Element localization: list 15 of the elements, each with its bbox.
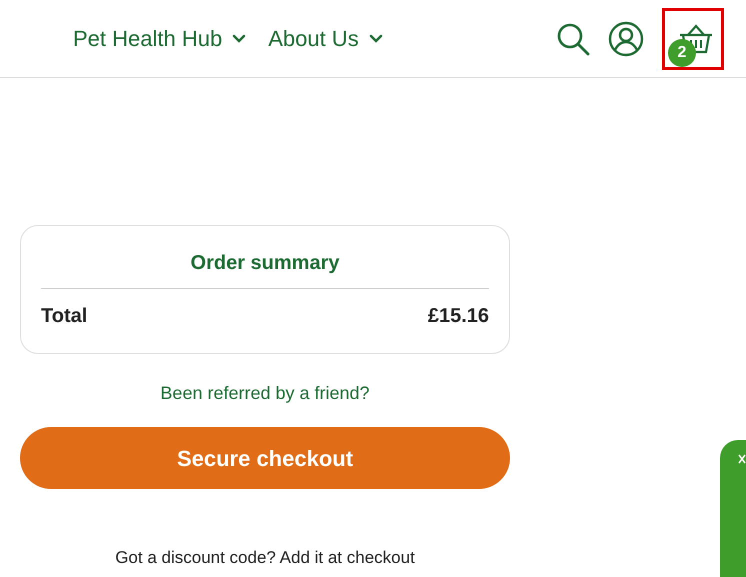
discount-note: Got a discount code? Add it at checkout bbox=[115, 547, 415, 569]
order-summary-title: Order summary bbox=[41, 248, 489, 289]
nav-menu-item[interactable]: Pet Health Hub bbox=[73, 22, 246, 55]
nav-menu-item[interactable]: About Us bbox=[268, 22, 383, 55]
referral-link[interactable]: Been referred by a friend? bbox=[160, 380, 370, 407]
item-count-badge: 2 bbox=[668, 38, 696, 66]
basket-button[interactable]: 2 bbox=[662, 8, 724, 70]
secure-checkout-button[interactable]: Secure checkout bbox=[20, 427, 510, 489]
close-icon[interactable] bbox=[738, 454, 746, 464]
search-icon[interactable] bbox=[556, 22, 590, 56]
chevron-icon bbox=[232, 34, 246, 44]
chevron-icon bbox=[368, 34, 383, 44]
total-label: Total bbox=[41, 304, 88, 329]
user-account-icon[interactable] bbox=[608, 20, 644, 56]
total-value: £15.16 bbox=[428, 304, 489, 329]
